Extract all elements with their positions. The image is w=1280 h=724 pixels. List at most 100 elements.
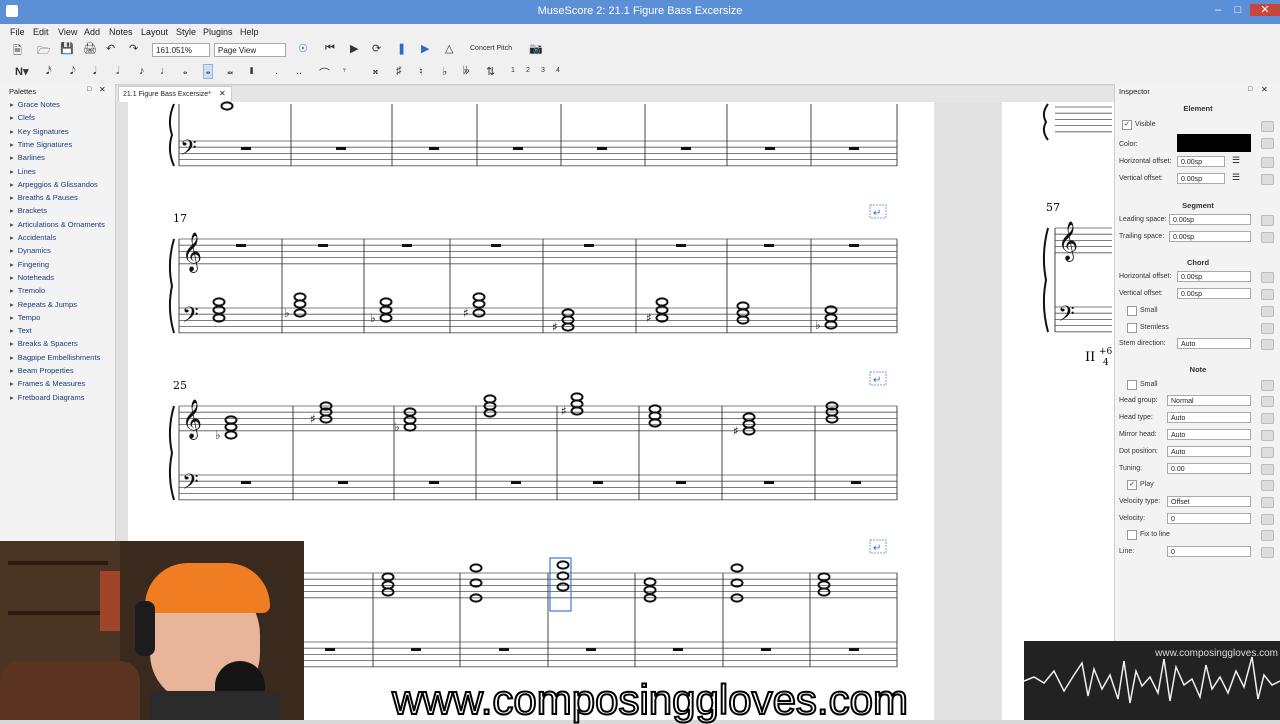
color-swatch[interactable]: [1177, 134, 1251, 152]
palette-item[interactable]: Lines: [10, 167, 36, 176]
palette-item[interactable]: Clefs: [10, 113, 35, 122]
redo-icon[interactable]: ↷: [129, 42, 138, 55]
voice-4-button[interactable]: 4: [556, 67, 560, 74]
palette-item[interactable]: Text: [10, 326, 32, 335]
palette-item[interactable]: Time Signatures: [10, 140, 72, 149]
chord-v-offset-field[interactable]: 0.00sp: [1177, 288, 1251, 299]
palette-item[interactable]: Barlines: [10, 153, 45, 162]
reset-icon[interactable]: [1261, 323, 1274, 334]
close-panel-icon[interactable]: ✕: [99, 85, 106, 94]
tab-score[interactable]: 21.1 Figure Bass Excersize* ✕: [118, 86, 232, 103]
menu-view[interactable]: View: [58, 27, 77, 37]
duration-quarter-icon[interactable]: ♪: [139, 65, 145, 77]
duration-whole-icon[interactable]: 𝅝: [203, 64, 214, 79]
chord-h-offset-field[interactable]: 0.00sp: [1177, 271, 1251, 282]
natural-icon[interactable]: ♮: [419, 65, 423, 78]
tie-icon[interactable]: ⌒: [319, 65, 330, 81]
float-panel-icon[interactable]: □: [87, 86, 91, 93]
palette-item[interactable]: Tempo: [10, 313, 41, 322]
trailing-space-field[interactable]: 0.00sp: [1169, 231, 1251, 242]
concert-pitch-button[interactable]: Concert Pitch: [470, 45, 512, 52]
palette-item[interactable]: Breaths & Pauses: [10, 193, 78, 202]
reset-icon[interactable]: [1261, 121, 1274, 132]
fix-to-line-checkbox[interactable]: [1127, 530, 1137, 540]
view-mode-select[interactable]: Page View: [214, 43, 286, 57]
float-inspector-icon[interactable]: □: [1248, 86, 1252, 93]
palette-item[interactable]: Breaks & Spacers: [10, 339, 78, 348]
palette-item[interactable]: Grace Notes: [10, 100, 60, 109]
flat-icon[interactable]: ♭: [442, 65, 447, 78]
play-checkbox[interactable]: ✓: [1127, 480, 1137, 490]
palette-item[interactable]: Fretboard Diagrams: [10, 393, 85, 402]
duration-64th-icon[interactable]: 𝅘𝅥𝅯: [46, 65, 52, 78]
loop-icon[interactable]: ⟳: [372, 42, 381, 55]
double-flat-icon[interactable]: 𝄫: [463, 65, 470, 78]
visible-checkbox[interactable]: ✓: [1122, 120, 1132, 130]
reset-icon[interactable]: [1261, 396, 1274, 407]
reset-icon[interactable]: [1261, 497, 1274, 508]
el-h-offset-field[interactable]: 0.00sp: [1177, 156, 1225, 167]
play-icon[interactable]: ▶: [350, 42, 358, 55]
menu-help[interactable]: Help: [240, 27, 259, 37]
dot-position-select[interactable]: Auto: [1167, 446, 1251, 457]
palette-item[interactable]: Tremolo: [10, 286, 45, 295]
reset-icon[interactable]: [1261, 232, 1274, 243]
duration-quarter-alt-icon[interactable]: ♩: [160, 65, 171, 77]
reset-icon[interactable]: [1261, 339, 1274, 350]
reset-icon[interactable]: [1261, 464, 1274, 475]
reset-icon[interactable]: [1261, 514, 1274, 525]
reset-icon[interactable]: [1261, 547, 1274, 558]
sharp-icon[interactable]: ♯: [396, 65, 402, 77]
duration-eighth-icon[interactable]: 𝅗𝅥: [116, 65, 119, 78]
reset-icon[interactable]: [1261, 413, 1274, 424]
menu-edit[interactable]: Edit: [33, 27, 49, 37]
menu-layout[interactable]: Layout: [141, 27, 168, 37]
duration-breve-icon[interactable]: 𝅜: [227, 65, 233, 78]
reset-icon[interactable]: [1261, 447, 1274, 458]
el-v-offset-field[interactable]: 0.00sp: [1177, 173, 1225, 184]
minimize-button[interactable]: –: [1208, 4, 1228, 16]
double-sharp-icon[interactable]: 𝄪: [373, 65, 378, 78]
rest-icon[interactable]: 𝄾: [343, 65, 346, 78]
dot-icon[interactable]: .: [275, 65, 278, 77]
velocity-type-select[interactable]: Offset: [1167, 496, 1251, 507]
palette-item[interactable]: Key Signatures: [10, 127, 69, 136]
new-file-icon[interactable]: 🗎: [13, 42, 22, 61]
reset-icon[interactable]: [1261, 306, 1274, 317]
head-group-select[interactable]: Normal: [1167, 395, 1251, 406]
reset-icon[interactable]: [1261, 272, 1274, 283]
menu-notes[interactable]: Notes: [109, 27, 133, 37]
menu-add[interactable]: Add: [84, 27, 100, 37]
palette-item[interactable]: Articulations & Ornaments: [10, 220, 105, 229]
palette-item[interactable]: Arpeggios & Glissandos: [10, 180, 98, 189]
duration-long-icon[interactable]: 𝅛: [250, 65, 253, 78]
flip-direction-icon[interactable]: ⇅: [486, 65, 495, 78]
play-repeats-icon[interactable]: ❚: [397, 42, 406, 55]
note-small-checkbox[interactable]: [1127, 380, 1137, 390]
voice-2-button[interactable]: 2: [526, 67, 530, 74]
tab-close-icon[interactable]: ✕: [219, 89, 226, 98]
palette-item[interactable]: Bagpipe Embellishments: [10, 353, 101, 362]
pan-score-icon[interactable]: ▶: [421, 42, 429, 55]
reset-icon[interactable]: [1261, 174, 1274, 185]
double-dot-icon[interactable]: ..: [296, 65, 302, 77]
menu-plugins[interactable]: Plugins: [203, 27, 233, 37]
snap-grid-h-icon[interactable]: ☰: [1232, 155, 1240, 166]
note-input-mode-icon[interactable]: N▾: [15, 65, 28, 78]
palette-item[interactable]: Noteheads: [10, 273, 54, 282]
save-icon[interactable]: 💾: [60, 42, 74, 55]
undo-icon[interactable]: ↶: [106, 42, 115, 55]
tuning-field[interactable]: 0.00: [1167, 463, 1251, 474]
line-field[interactable]: 0: [1167, 546, 1251, 557]
image-capture-icon[interactable]: 📷: [529, 42, 543, 55]
mirror-head-select[interactable]: Auto: [1167, 429, 1251, 440]
reset-icon[interactable]: [1261, 380, 1274, 391]
score-page-next[interactable]: [1002, 102, 1114, 720]
close-button[interactable]: ✕: [1250, 4, 1280, 16]
leading-space-field[interactable]: 0.00sp: [1169, 214, 1251, 225]
duration-32nd-icon[interactable]: 𝅘𝅥𝅮: [70, 65, 76, 78]
reset-icon[interactable]: [1261, 289, 1274, 300]
reset-icon[interactable]: [1261, 215, 1274, 226]
head-type-select[interactable]: Auto: [1167, 412, 1251, 423]
duration-16th-icon[interactable]: 𝅘𝅥: [93, 65, 97, 78]
